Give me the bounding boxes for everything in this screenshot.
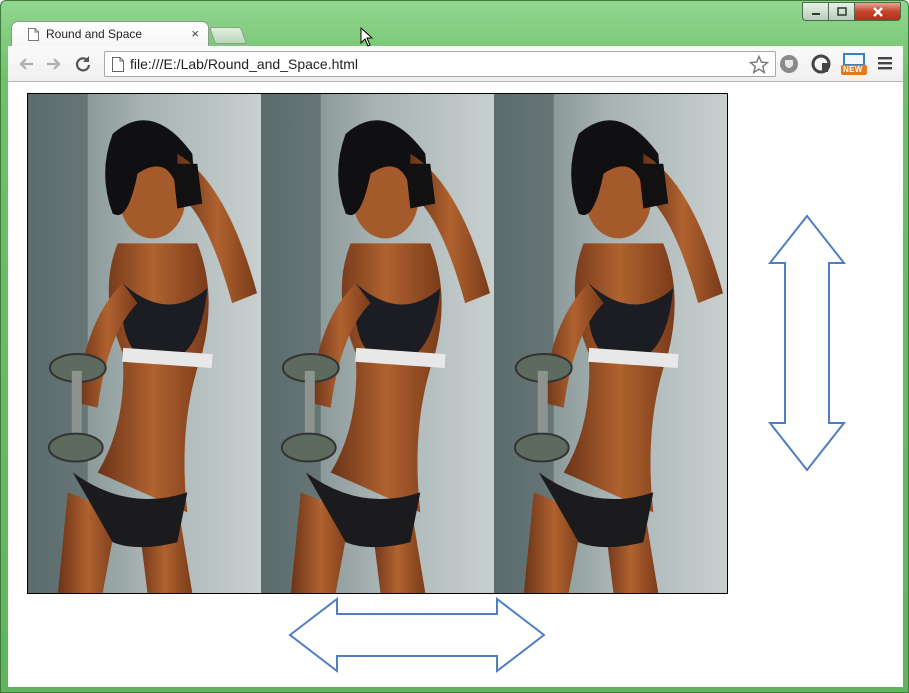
- new-badge-label: NEW: [843, 65, 863, 74]
- horizontal-double-arrow-icon: [288, 597, 546, 674]
- circle-extension-icon[interactable]: [811, 54, 831, 74]
- restore-icon: [836, 6, 847, 16]
- tab-title: Round and Space: [46, 27, 143, 41]
- back-arrow-icon: [19, 58, 33, 70]
- forward-arrow-icon: [47, 58, 61, 70]
- minimize-button[interactable]: [802, 2, 828, 21]
- address-bar[interactable]: file:///E:/Lab/Round_and_Space.html: [104, 51, 776, 77]
- tab-active[interactable]: Round and Space ×: [11, 21, 209, 48]
- image-strip: [27, 93, 728, 594]
- page-icon: [28, 28, 39, 41]
- reload-icon: [75, 56, 91, 72]
- toolbar: file:///E:/Lab/Round_and_Space.html NEW: [8, 46, 903, 82]
- address-url: file:///E:/Lab/Round_and_Space.html: [130, 56, 359, 72]
- fitness-photo-image: [261, 94, 494, 593]
- forward-button[interactable]: [45, 55, 63, 73]
- shield-extension-icon[interactable]: [779, 54, 799, 74]
- mouse-cursor-icon: [360, 27, 374, 47]
- maximize-button[interactable]: [828, 2, 854, 21]
- photo-3: [494, 94, 727, 593]
- page-icon: [112, 57, 124, 72]
- back-button[interactable]: [17, 55, 35, 73]
- reload-button[interactable]: [74, 55, 92, 73]
- photo-2: [261, 94, 494, 593]
- photo-1: [28, 94, 261, 593]
- fitness-photo-image: [494, 94, 727, 593]
- hamburger-menu-icon[interactable]: [878, 56, 892, 70]
- new-tab-button[interactable]: [208, 27, 248, 44]
- fitness-photo-image: [28, 94, 261, 593]
- new-extension-button[interactable]: NEW: [840, 52, 868, 76]
- browser-window: Round and Space × file:///E:/Lab/Round_a…: [0, 0, 909, 693]
- tab-close-button[interactable]: ×: [191, 27, 199, 40]
- window-controls: [802, 2, 901, 21]
- close-window-button[interactable]: [854, 2, 901, 21]
- page-content: [8, 82, 903, 687]
- star-icon[interactable]: [749, 55, 769, 74]
- close-icon: [872, 6, 883, 17]
- minimize-icon: [811, 12, 820, 15]
- vertical-double-arrow-icon: [768, 214, 846, 472]
